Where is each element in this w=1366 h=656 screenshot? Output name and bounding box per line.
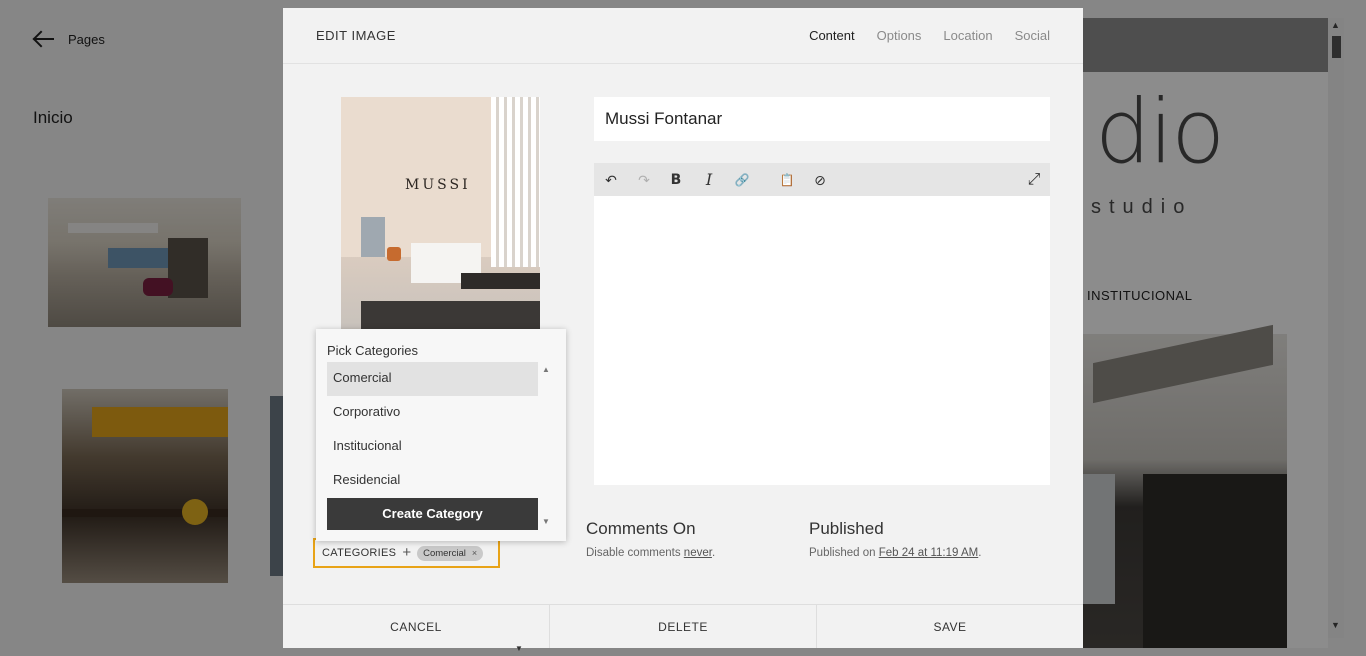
category-chip-label: Comercial [423, 547, 466, 559]
categories-field[interactable]: CATEGORIES + Comercial × [313, 538, 500, 568]
save-button[interactable]: SAVE [816, 605, 1083, 648]
category-option-corporativo[interactable]: Corporativo [327, 396, 538, 430]
cancel-button[interactable]: CANCEL [283, 605, 549, 648]
modal-title: EDIT IMAGE [316, 28, 396, 43]
tab-location[interactable]: Location [943, 28, 992, 43]
tab-social[interactable]: Social [1015, 28, 1050, 43]
bold-icon[interactable]: B [666, 170, 686, 190]
categories-label: CATEGORIES [322, 547, 397, 559]
caret-down-icon: ▼ [515, 644, 523, 653]
category-option-residencial[interactable]: Residencial [327, 464, 538, 498]
add-category-icon[interactable]: + [402, 544, 411, 561]
published-sub-suffix: . [978, 547, 982, 559]
comments-title: Comments On [586, 519, 696, 538]
italic-icon[interactable]: I [699, 170, 719, 190]
tab-content[interactable]: Content [809, 28, 855, 43]
published-sub-prefix: Published on [809, 547, 879, 559]
delete-button[interactable]: DELETE [549, 605, 816, 648]
comments-setting: Comments On Disable comments never. [586, 519, 715, 559]
list-scroll-down-icon[interactable]: ▼ [542, 517, 550, 526]
clear-format-icon[interactable]: ⊘ [810, 170, 830, 190]
description-editor[interactable]: ↶ ↷ B I 🔗 📋 ⊘ ⤢ [594, 163, 1050, 485]
clipboard-icon[interactable]: 📋 [777, 170, 797, 190]
modal-footer: CANCEL DELETE SAVE [283, 604, 1083, 648]
category-chip[interactable]: Comercial × [417, 545, 484, 561]
comments-never-link[interactable]: never [684, 547, 712, 559]
image-title-input[interactable] [594, 97, 1050, 141]
pick-categories-dropdown: Pick Categories Comercial Corporativo In… [316, 329, 566, 541]
publish-setting: Published Published on Feb 24 at 11:19 A… [809, 519, 981, 559]
list-scroll-up-icon[interactable]: ▲ [542, 365, 550, 374]
modal-header: EDIT IMAGE Content Options Location Soci… [283, 8, 1083, 64]
publish-date-link[interactable]: Feb 24 at 11:19 AM [879, 547, 979, 559]
category-list: Comercial Corporativo Institucional Resi… [327, 362, 538, 498]
image-preview[interactable]: MUSSI [341, 97, 540, 329]
modal-tabs: Content Options Location Social [809, 28, 1050, 43]
comments-sub-suffix: . [711, 547, 716, 559]
category-option-institucional[interactable]: Institucional [327, 430, 538, 464]
redo-icon[interactable]: ↷ [634, 170, 654, 190]
create-category-button[interactable]: Create Category [327, 498, 538, 530]
remove-chip-icon[interactable]: × [472, 548, 477, 558]
link-icon[interactable]: 🔗 [732, 170, 752, 190]
undo-icon[interactable]: ↶ [601, 170, 621, 190]
comments-subtitle: Disable comments never. [586, 547, 715, 559]
published-subtitle: Published on Feb 24 at 11:19 AM. [809, 547, 981, 559]
category-option-comercial[interactable]: Comercial [327, 362, 538, 396]
expand-icon[interactable]: ⤢ [1024, 170, 1044, 190]
dropdown-title: Pick Categories [327, 343, 419, 358]
editor-toolbar: ↶ ↷ B I 🔗 📋 ⊘ ⤢ [594, 163, 1050, 196]
published-title: Published [809, 519, 884, 538]
image-brand-text: MUSSI [405, 177, 471, 193]
comments-sub-prefix: Disable comments [586, 547, 684, 559]
tab-options[interactable]: Options [877, 28, 922, 43]
